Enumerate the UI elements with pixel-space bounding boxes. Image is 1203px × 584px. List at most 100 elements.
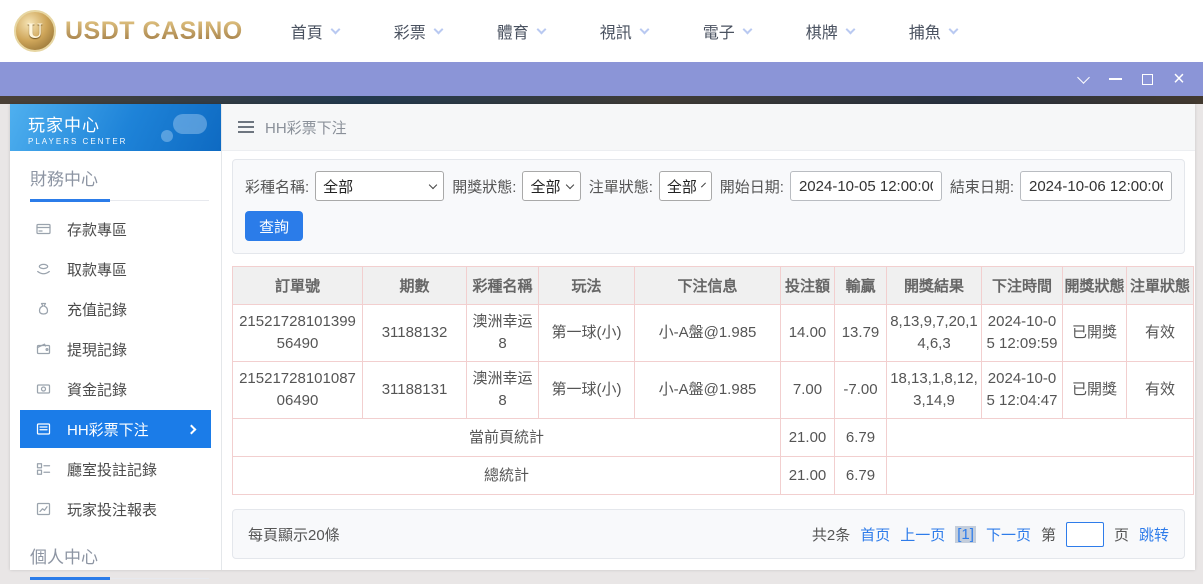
nav-item-slots[interactable]: 電子 <box>703 19 806 43</box>
minimize-button[interactable] <box>1099 62 1131 96</box>
window-titlebar: × <box>0 62 1203 96</box>
nav-label: 捕魚 <box>909 19 941 43</box>
nav-item-video[interactable]: 視訊 <box>600 19 703 43</box>
col-header-draw-status: 開獎狀態 <box>1063 267 1127 305</box>
nav-label: 首頁 <box>291 19 323 43</box>
wallet-icon <box>34 341 52 357</box>
maximize-button[interactable] <box>1131 62 1163 96</box>
gamepad-decoration-icon <box>161 112 207 142</box>
sidebar-item-label: 提現記錄 <box>67 339 127 360</box>
end-date-label: 結束日期: <box>950 176 1014 197</box>
minimize-icon <box>1109 78 1122 80</box>
filter-button-row: 查詢 <box>245 211 1172 241</box>
lottery-name-select[interactable]: 全部 <box>315 171 444 201</box>
section-title-finance: 財務中心 <box>30 165 221 190</box>
prev-page-link[interactable]: 上一页 <box>900 524 945 545</box>
page-title: HH彩票下注 <box>265 117 347 138</box>
bets-table-wrap: 訂單號 期數 彩種名稱 玩法 下注信息 投注額 輸贏 開獎結果 下注時間 開獎狀… <box>232 266 1185 495</box>
titlebar-dropdown-button[interactable] <box>1067 62 1099 96</box>
chevron-down-icon <box>433 24 443 34</box>
jump-link[interactable]: 跳转 <box>1139 524 1169 545</box>
start-date-input[interactable] <box>790 171 942 201</box>
banknote-icon <box>34 381 52 397</box>
sidebar-item-withdrawal-record[interactable]: 提現記錄 <box>10 329 221 369</box>
query-button[interactable]: 查詢 <box>245 211 303 241</box>
cell-order-status: 有效 <box>1127 362 1194 419</box>
main-area: 玩家中心 PLAYERS CENTER 財務中心 存款專區 取款專區 充值記錄 <box>0 104 1203 584</box>
site-logo[interactable]: U USDT CASINO <box>14 10 243 52</box>
nav-item-sports[interactable]: 體育 <box>497 19 600 43</box>
cell-draw-status: 已開獎 <box>1063 362 1127 419</box>
lottery-name-label: 彩種名稱: <box>245 176 309 197</box>
nav-item-lottery[interactable]: 彩票 <box>394 19 497 43</box>
draw-status-select[interactable]: 全部 <box>522 171 580 201</box>
sidebar-item-recharge-record[interactable]: 充值記錄 <box>10 289 221 329</box>
next-page-link[interactable]: 下一页 <box>986 524 1031 545</box>
sidebar-item-funds-record[interactable]: 資金記錄 <box>10 369 221 409</box>
summary-empty <box>887 457 1194 495</box>
sidebar-item-label: 資金記錄 <box>67 379 127 400</box>
cell-winloss: -7.00 <box>835 362 887 419</box>
cell-bet-info: 小-A盤@1.985 <box>635 362 781 419</box>
cell-bet-info: 小-A盤@1.985 <box>635 305 781 362</box>
sidebar-item-player-bet-report[interactable]: 玩家投注報表 <box>10 489 221 529</box>
money-bag-icon <box>34 301 52 317</box>
col-header-play-type: 玩法 <box>539 267 635 305</box>
sidebar-menu: 存款專區 取款專區 充值記錄 提現記錄 資金記錄 <box>10 209 221 529</box>
select-value: 全部 <box>667 176 697 197</box>
nav-item-home[interactable]: 首頁 <box>291 19 394 43</box>
section-divider <box>30 577 209 579</box>
cell-order-status: 有效 <box>1127 305 1194 362</box>
nav-item-fishing[interactable]: 捕魚 <box>909 19 1012 43</box>
page-suffix-label: 页 <box>1114 524 1129 545</box>
sidebar-item-deposit[interactable]: 存款專區 <box>10 209 221 249</box>
grand-total-summary-row: 總統計 21.00 6.79 <box>233 457 1194 495</box>
sidebar-item-label: 存款專區 <box>67 219 127 240</box>
sidebar-item-label: 廳室投註記錄 <box>67 459 157 480</box>
sidebar: 玩家中心 PLAYERS CENTER 財務中心 存款專區 取款專區 充值記錄 <box>10 104 222 570</box>
summary-label: 總統計 <box>233 457 781 495</box>
col-header-winloss: 輸贏 <box>835 267 887 305</box>
nav-item-cards[interactable]: 棋牌 <box>806 19 909 43</box>
chevron-down-icon <box>429 180 437 188</box>
breadcrumb: HH彩票下注 <box>222 104 1195 151</box>
cell-draw-status: 已開獎 <box>1063 305 1127 362</box>
select-value: 全部 <box>530 176 560 197</box>
summary-bet-total: 21.00 <box>781 419 835 457</box>
chevron-down-icon <box>742 24 752 34</box>
logo-text: USDT CASINO <box>65 17 243 46</box>
sidebar-item-label: 充值記錄 <box>67 299 127 320</box>
start-date-label: 開始日期: <box>720 176 784 197</box>
summary-winloss-total: 6.79 <box>835 457 887 495</box>
sidebar-item-label: 玩家投注報表 <box>67 499 157 520</box>
chevron-down-icon <box>566 180 574 188</box>
select-value: 全部 <box>323 176 353 197</box>
close-button[interactable]: × <box>1163 62 1195 96</box>
cell-bet-amount: 14.00 <box>781 305 835 362</box>
col-header-bet-time: 下注時間 <box>982 267 1063 305</box>
sidebar-item-withdraw[interactable]: 取款專區 <box>10 249 221 289</box>
close-icon: × <box>1173 69 1185 89</box>
nav-label: 電子 <box>703 19 735 43</box>
nav-label: 彩票 <box>394 19 426 43</box>
chevron-down-icon <box>845 24 855 34</box>
deposit-card-icon <box>34 221 52 237</box>
filter-row: 彩種名稱: 全部 開獎狀態: 全部 注單狀態: 全部 開始日期: 結束日期: <box>245 171 1172 201</box>
first-page-link[interactable]: 首页 <box>860 524 890 545</box>
sidebar-item-hh-lottery-bets[interactable]: HH彩票下注 <box>20 410 211 448</box>
section-divider <box>30 199 209 201</box>
chevron-down-icon <box>639 24 649 34</box>
hamburger-icon[interactable] <box>238 121 254 133</box>
table-row: 2152172810108706490 31188131 澳洲幸运8 第一球(小… <box>233 362 1194 419</box>
col-header-bet-amount: 投注額 <box>781 267 835 305</box>
cell-draw-result: 18,13,1,8,12,3,14,9 <box>887 362 982 419</box>
end-date-input[interactable] <box>1020 171 1172 201</box>
sidebar-item-room-bet-record[interactable]: 廳室投註記錄 <box>10 449 221 489</box>
order-status-label: 注單狀態: <box>589 176 653 197</box>
order-status-select[interactable]: 全部 <box>659 171 712 201</box>
cell-period: 31188131 <box>363 362 467 419</box>
nav-label: 視訊 <box>600 19 632 43</box>
page-number-input[interactable] <box>1066 522 1104 547</box>
pagination-bar: 每頁顯示20條 共2条 首页 上一页 [1] 下一页 第 页 跳转 <box>232 509 1185 559</box>
cell-bet-time: 2024-10-05 12:04:47 <box>982 362 1063 419</box>
